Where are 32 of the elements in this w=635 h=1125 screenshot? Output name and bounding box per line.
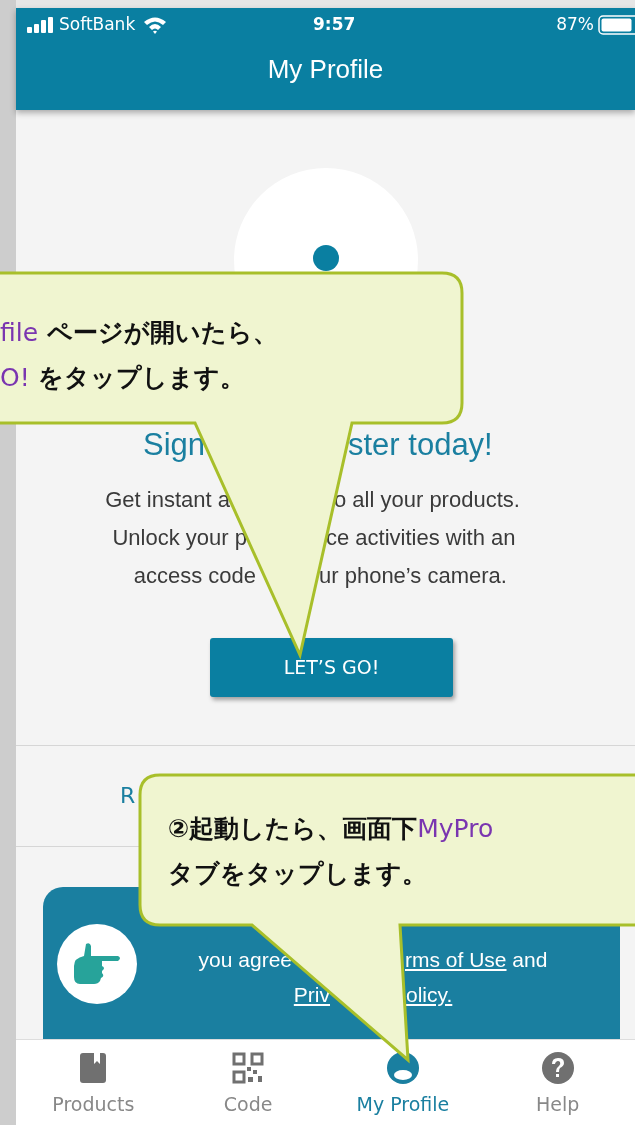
description-text: Get instant a	[104, 485, 230, 514]
description-text: ur phone’s camera.	[319, 561, 508, 590]
battery-percent: 87%	[556, 13, 594, 37]
wifi-icon	[143, 16, 168, 34]
callout-text: ②起動したら、画面下MyPro	[168, 813, 494, 845]
description-text: access code	[132, 561, 256, 590]
page-title: My Profile	[267, 54, 384, 84]
battery-icon	[598, 15, 635, 35]
callout-text: O! をタップします。	[0, 362, 247, 394]
tab-button[interactable]: Code	[170, 1040, 326, 1125]
callout-text: タブをタップします。	[168, 858, 428, 890]
banner-text: you agree	[197, 946, 292, 973]
description-text: Unlock your p	[111, 523, 247, 552]
profile-icon	[386, 1052, 419, 1085]
callout-text: file ページが開いたら、	[0, 317, 278, 349]
link[interactable]: R	[120, 779, 136, 813]
terms-link[interactable]: olicy.	[406, 976, 620, 1012]
terms-link[interactable]: rms of Use and	[405, 941, 620, 977]
lets-go-button[interactable]: LET’S GO!	[210, 637, 453, 697]
tab-button[interactable]: Help	[480, 1040, 635, 1125]
qr-code-icon	[232, 1052, 265, 1085]
signal-icon	[27, 17, 55, 33]
tab-button[interactable]: Products	[16, 1040, 171, 1125]
heading-text: Sign	[141, 425, 205, 464]
terms-link[interactable]: Priv	[137, 976, 330, 1012]
help-icon	[541, 1052, 574, 1085]
pointing-hand-icon	[72, 941, 122, 986]
description-text: ce activities with an	[326, 523, 517, 552]
heading-text: ster today!	[348, 425, 494, 464]
carrier-name: SoftBank	[59, 13, 136, 37]
clock-time: 9:57	[313, 13, 356, 37]
avatar-dot	[312, 244, 339, 271]
